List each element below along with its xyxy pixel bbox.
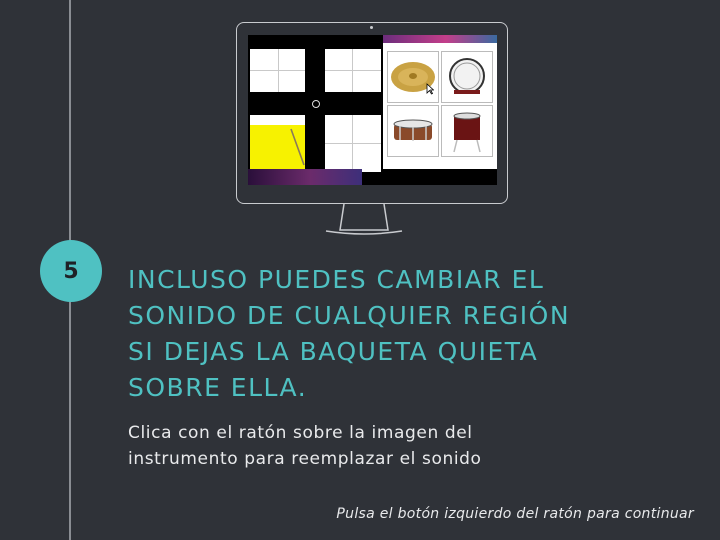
- heading-line: SOBRE ELLA.: [128, 373, 308, 402]
- heading-line: INCLUSO PUEDES CAMBIAR EL: [128, 265, 545, 294]
- region-bottom-left-top[interactable]: [250, 115, 305, 125]
- drumstick-icon: [290, 128, 305, 166]
- mouse-pointer-icon: [426, 83, 434, 95]
- monitor-stand: [325, 204, 403, 235]
- instrument-option-bass-drum[interactable]: [441, 51, 493, 103]
- picker-footer-bar: [248, 169, 362, 185]
- grid-line: [325, 143, 381, 144]
- heading-line: SI DEJAS LA BAQUETA QUIETA: [128, 337, 539, 366]
- step-heading: INCLUSO PUEDES CAMBIAR EL SONIDO DE CUAL…: [128, 262, 688, 406]
- grid-line: [250, 70, 305, 71]
- instrument-picker: [383, 35, 497, 169]
- grid-line: [325, 70, 381, 71]
- monitor-illustration: [236, 22, 508, 204]
- step-number: 5: [63, 258, 79, 284]
- continue-hint: Pulsa el botón izquierdo del ratón para …: [336, 506, 694, 522]
- instrument-option-snare[interactable]: [387, 105, 439, 157]
- description-line: Clica con el ratón sobre la imagen del: [128, 423, 473, 443]
- snare-drum-icon: [393, 119, 433, 141]
- cursor-crosshair-icon: [312, 100, 320, 108]
- monitor-camera: [370, 26, 373, 29]
- step-number-badge: 5: [40, 240, 102, 302]
- monitor-screen: [248, 35, 497, 185]
- instrument-option-cymbal[interactable]: [387, 51, 439, 103]
- description-line: instrumento para reemplazar el sonido: [128, 449, 482, 469]
- floor-tom-icon: [453, 112, 481, 153]
- heading-line: SONIDO DE CUALQUIER REGIÓN: [128, 301, 571, 330]
- bass-drum-icon: [449, 58, 485, 94]
- step-description: Clica con el ratón sobre la imagen del i…: [128, 420, 688, 472]
- instrument-option-floor-tom[interactable]: [441, 105, 493, 157]
- picker-header-bar: [383, 35, 497, 43]
